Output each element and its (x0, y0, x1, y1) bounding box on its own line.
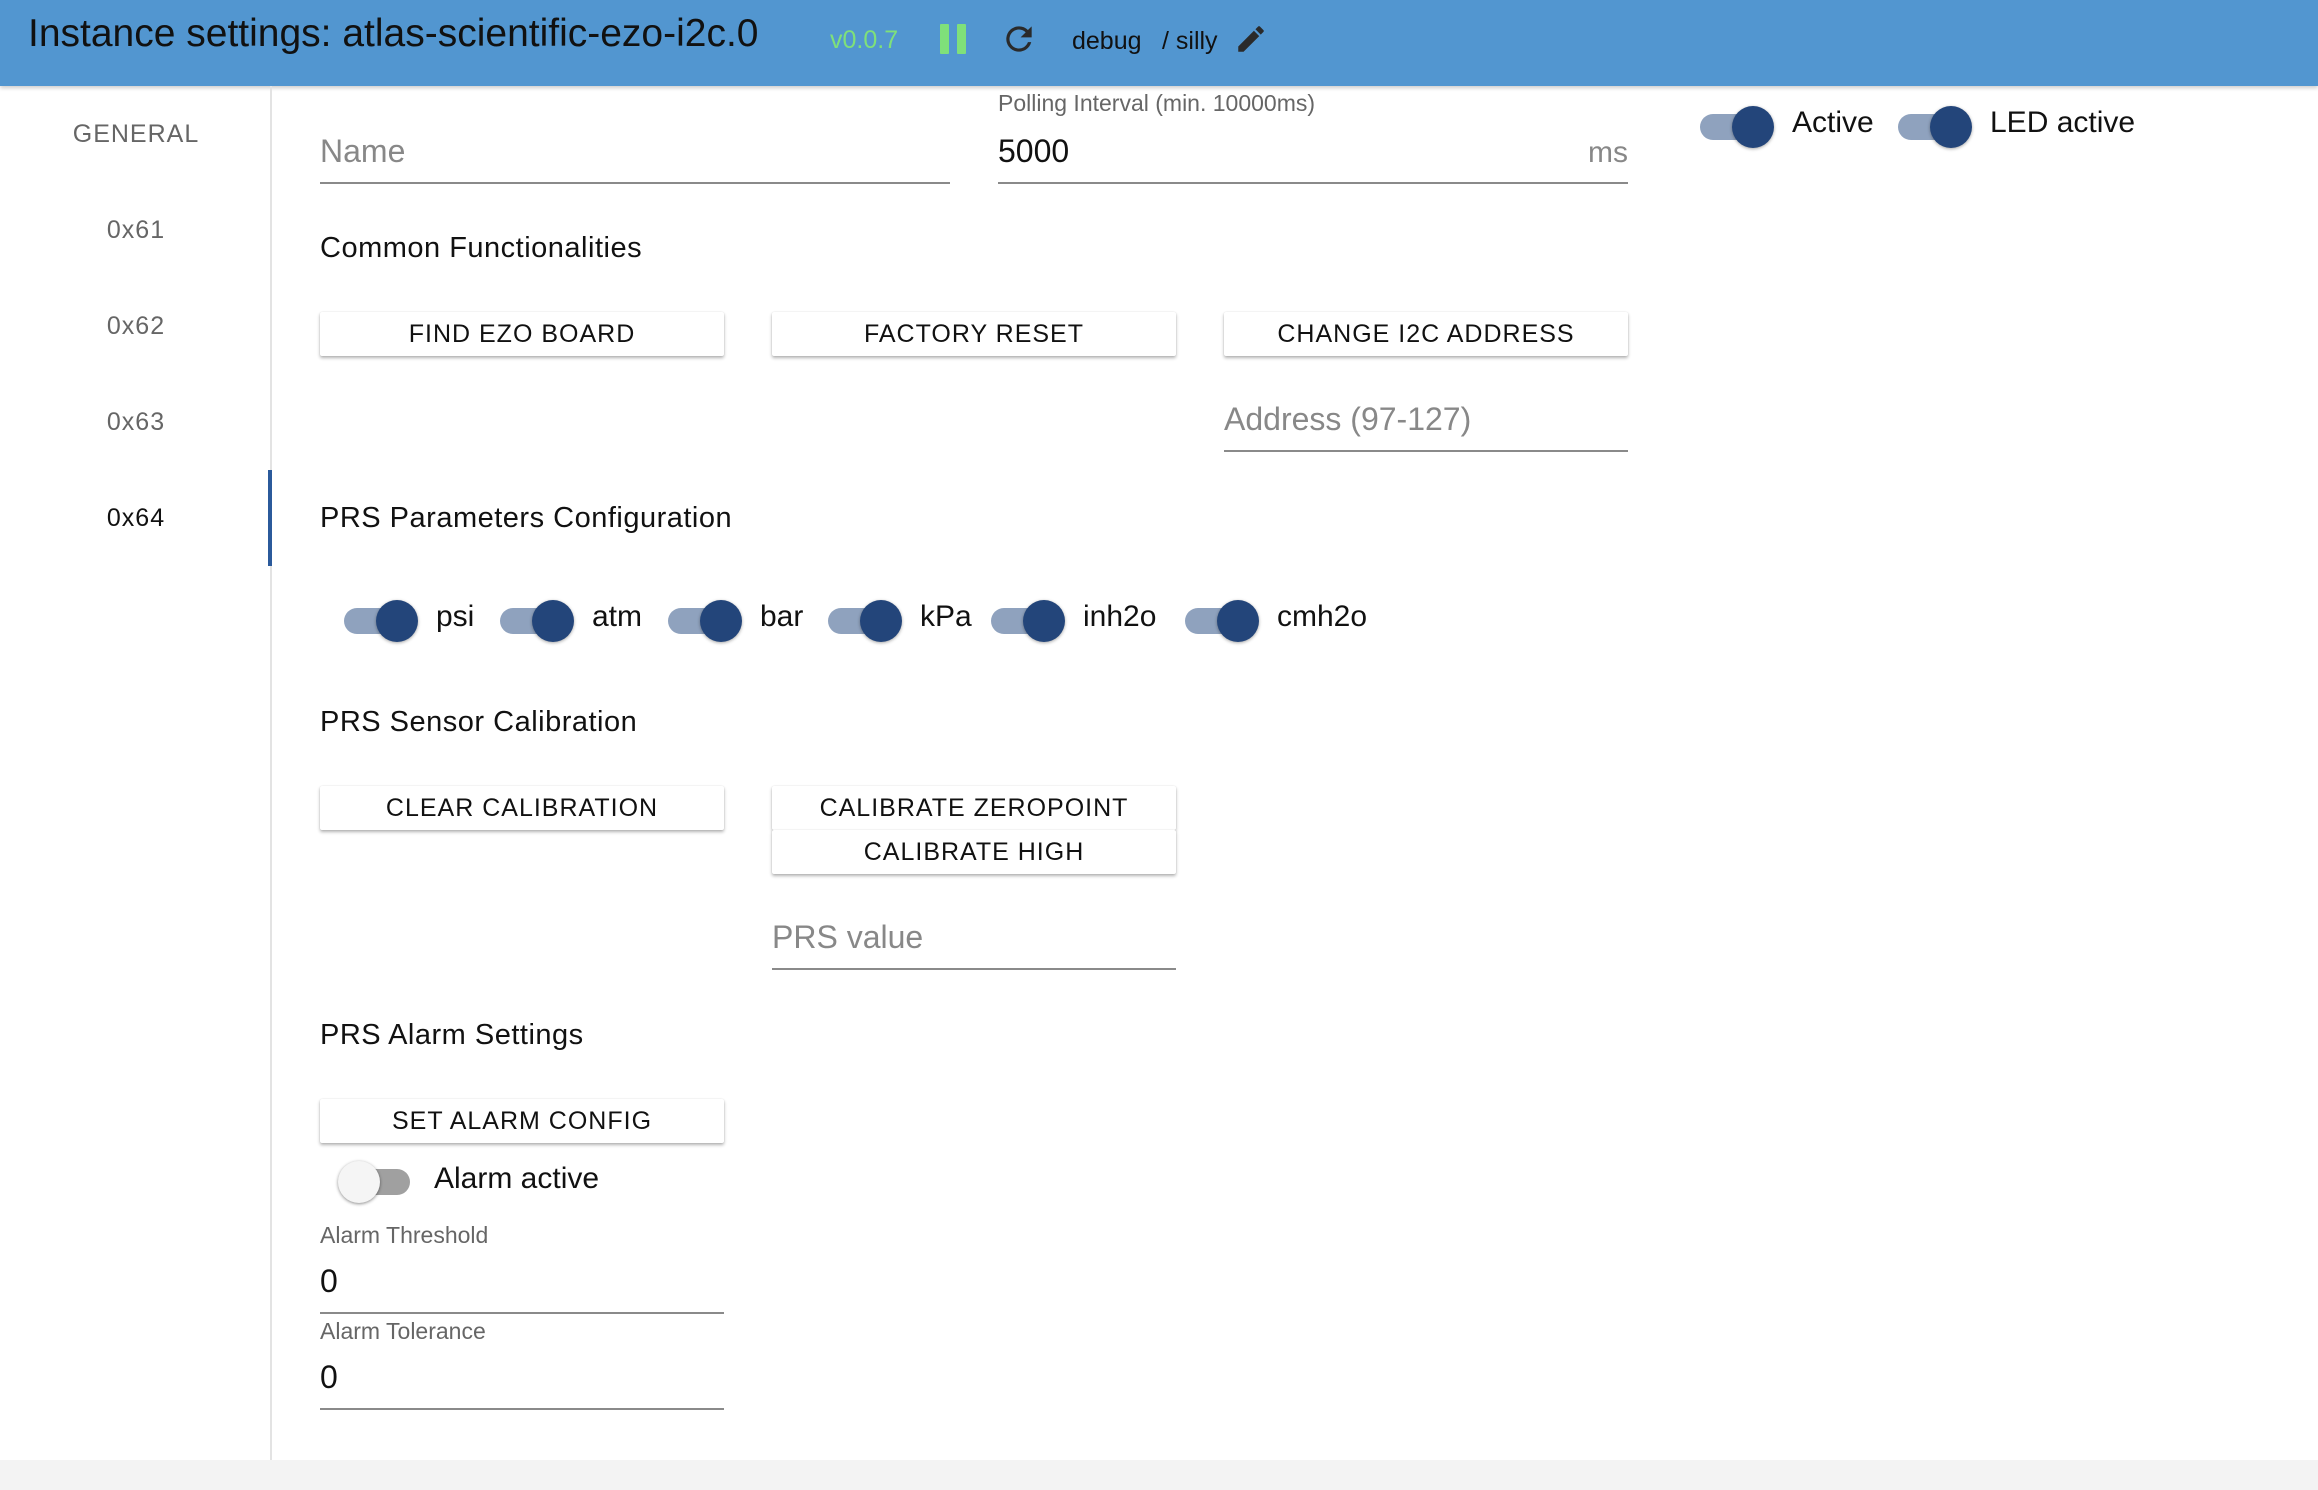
bar-toggle[interactable] (666, 598, 742, 642)
instance-settings-page: Instance settings: atlas-scientific-ezo-… (0, 0, 2318, 1490)
calibrate-high-button[interactable]: CALIBRATE HIGH (772, 830, 1176, 874)
alarm-threshold-value: 0 (320, 1263, 338, 1299)
kpa-toggle[interactable] (826, 598, 902, 642)
alarm-active-label: Alarm active (434, 1162, 600, 1195)
name-placeholder: Name (320, 133, 406, 169)
polling-interval-value: 5000 (998, 133, 1070, 169)
tab-0x61[interactable]: 0x61 (0, 182, 272, 278)
footer-bar (0, 1460, 2318, 1490)
polling-interval-input[interactable]: 5000 ms (998, 124, 1628, 184)
common-functionalities-title: Common Functionalities (320, 232, 643, 264)
alarm-threshold-label: Alarm Threshold (320, 1222, 489, 1248)
inh2o-label: inh2o (1083, 600, 1157, 633)
atm-label: atm (592, 600, 643, 633)
polling-unit: ms (1588, 136, 1628, 169)
set-alarm-config-button[interactable]: SET ALARM CONFIG (320, 1099, 724, 1143)
pencil-icon[interactable] (1234, 22, 1268, 56)
factory-reset-button[interactable]: FACTORY RESET (772, 312, 1176, 356)
inh2o-toggle[interactable] (989, 598, 1065, 642)
calibrate-zeropoint-button[interactable]: CALIBRATE ZEROPOINT (772, 786, 1176, 830)
clear-calibration-button[interactable]: CLEAR CALIBRATION (320, 786, 724, 830)
tab-indicator (268, 470, 272, 566)
active-label: Active (1792, 106, 1874, 139)
sidebar-tabs: GENERAL 0x61 0x62 0x63 0x64 (0, 86, 272, 1460)
psi-toggle[interactable] (342, 598, 418, 642)
find-ezo-board-button[interactable]: FIND EZO BOARD (320, 312, 724, 356)
version-label: v0.0.7 (830, 26, 899, 54)
address-input[interactable]: Address (97-127) (1224, 392, 1628, 452)
prs-alarm-title: PRS Alarm Settings (320, 1019, 584, 1051)
tab-0x63[interactable]: 0x63 (0, 374, 272, 470)
header-bar: Instance settings: atlas-scientific-ezo-… (0, 0, 2318, 86)
prs-parameters-title: PRS Parameters Configuration (320, 502, 733, 534)
alarm-tolerance-input[interactable]: 0 (320, 1350, 724, 1410)
refresh-icon[interactable] (1000, 20, 1038, 58)
cmh2o-toggle[interactable] (1183, 598, 1259, 642)
polling-interval-label: Polling Interval (min. 10000ms) (998, 90, 1316, 116)
led-active-label: LED active (1990, 106, 2136, 139)
log-level-label[interactable]: debug (1072, 27, 1142, 56)
prs-value-placeholder: PRS value (772, 919, 924, 955)
psi-label: psi (436, 600, 475, 633)
tab-0x62[interactable]: 0x62 (0, 278, 272, 374)
atm-toggle[interactable] (498, 598, 574, 642)
kpa-label: kPa (920, 600, 972, 633)
alarm-tolerance-label: Alarm Tolerance (320, 1318, 486, 1344)
prs-value-input[interactable]: PRS value (772, 910, 1176, 970)
alarm-tolerance-value: 0 (320, 1359, 338, 1395)
cmh2o-label: cmh2o (1277, 600, 1368, 633)
pause-icon[interactable] (940, 24, 968, 54)
led-active-toggle[interactable] (1896, 104, 1972, 148)
tab-0x64[interactable]: 0x64 (0, 470, 272, 566)
alarm-active-toggle[interactable] (338, 1159, 414, 1203)
active-toggle[interactable] (1698, 104, 1774, 148)
log-level-alt-label[interactable]: / silly (1162, 27, 1218, 56)
prs-calibration-title: PRS Sensor Calibration (320, 706, 638, 738)
alarm-threshold-input[interactable]: 0 (320, 1254, 724, 1314)
page-title: Instance settings: atlas-scientific-ezo-… (28, 12, 759, 55)
bar-label: bar (760, 600, 804, 633)
tab-general[interactable]: GENERAL (0, 86, 272, 182)
name-input[interactable]: Name (320, 124, 950, 184)
address-placeholder: Address (97-127) (1224, 401, 1472, 437)
change-i2c-address-button[interactable]: CHANGE I2C ADDRESS (1224, 312, 1628, 356)
